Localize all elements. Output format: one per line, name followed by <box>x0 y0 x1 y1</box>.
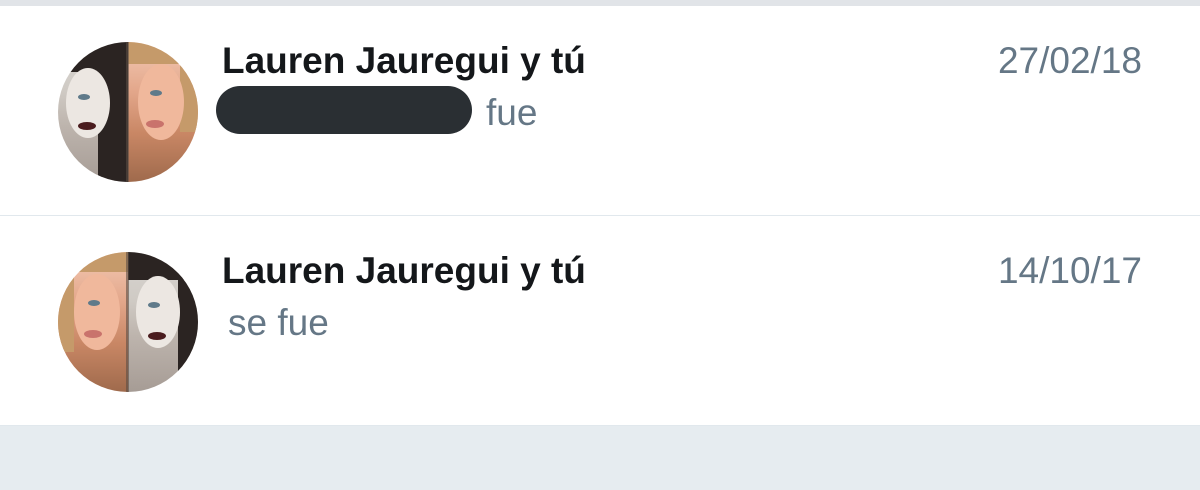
avatar-right-photo <box>128 252 198 392</box>
conversation-date: 14/10/17 <box>997 250 1142 291</box>
conversation-name: Lauren Jauregui y tú <box>222 250 586 291</box>
group-avatar[interactable] <box>58 42 198 182</box>
redaction-bar <box>216 86 472 134</box>
message-snippet: fue <box>486 92 538 133</box>
conversation-list: Lauren Jauregui y tú 27/02/18 fue Lauren… <box>0 6 1200 426</box>
empty-list-area <box>0 426 1200 490</box>
conversation-name: Lauren Jauregui y tú <box>222 40 586 81</box>
conversation-row-2[interactable]: Lauren Jauregui y tú 14/10/17 se fue <box>0 216 1200 426</box>
conversation-row-1[interactable]: Lauren Jauregui y tú 27/02/18 fue <box>0 6 1200 216</box>
avatar-left-photo <box>58 42 128 182</box>
avatar-right-photo <box>128 42 198 182</box>
avatar-left-photo <box>58 252 128 392</box>
conversation-date: 27/02/18 <box>997 40 1142 81</box>
group-avatar[interactable] <box>58 252 198 392</box>
message-snippet: se fue <box>228 302 329 343</box>
